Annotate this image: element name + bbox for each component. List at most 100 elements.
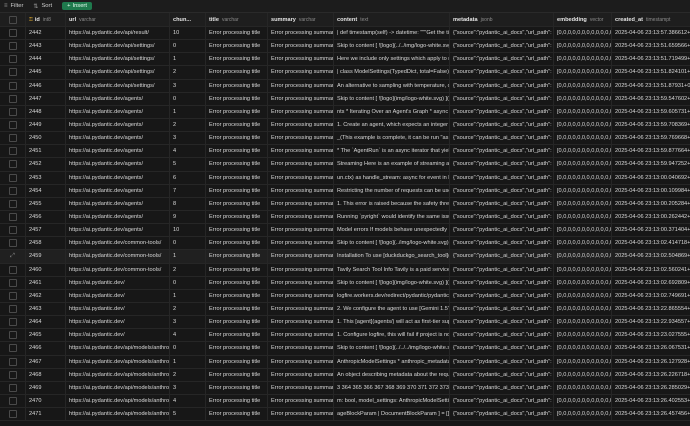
table-row[interactable]: 2454 https://ai.pydantic.dev/agents/7 Erro… bbox=[0, 184, 690, 198]
cell-summary[interactable]: Error processing summary bbox=[268, 394, 334, 408]
cell-created-at[interactable]: 2025-04-06 23:13:23.027555+00 bbox=[612, 329, 690, 341]
cell-chunk-number[interactable]: 7 bbox=[170, 184, 206, 197]
cell-title[interactable]: Error processing title bbox=[206, 381, 268, 394]
cell-created-at[interactable]: 2025-04-06 23:13:57.386612+00 bbox=[612, 27, 690, 39]
cell-summary[interactable]: Error processing summary bbox=[268, 145, 334, 158]
cell-title[interactable]: Error processing title bbox=[206, 27, 268, 40]
cell-metadata[interactable]: {"source":"pydantic_ai_docs","url_path": bbox=[450, 105, 554, 118]
cell-content[interactable]: Skip to content [ ![logo](img/logo-white… bbox=[334, 276, 450, 289]
cell-summary[interactable]: Error processing summary bbox=[268, 355, 334, 368]
cell-url[interactable]: https://ai.pydantic.dev/api/models/anthr… bbox=[66, 381, 170, 394]
cell-title[interactable]: Error processing title bbox=[206, 118, 268, 132]
cell-summary[interactable]: Error processing summary bbox=[268, 289, 334, 302]
cell-title[interactable]: Error processing title bbox=[206, 250, 268, 263]
cell-summary[interactable]: Error processing summary bbox=[268, 263, 334, 276]
row-checkbox[interactable] bbox=[0, 145, 26, 158]
cell-embedding[interactable]: [0,0,0,0,0,0,0,0,0,0,0,0,0,0,0,0,0,0,0,0… bbox=[554, 381, 612, 394]
cell-title[interactable]: Error processing title bbox=[206, 237, 268, 250]
row-checkbox[interactable] bbox=[0, 408, 26, 421]
cell-created-at[interactable]: 2025-04-06 23:13:22.934557+00 bbox=[612, 316, 690, 328]
cell-chunk-number[interactable]: 2 bbox=[170, 118, 206, 132]
cell-content[interactable]: ageBlockParam | DocumentBlockParam ] = [… bbox=[334, 408, 450, 421]
cell-summary[interactable]: Error processing summary bbox=[268, 40, 334, 53]
cell-url[interactable]: https://ai.pydantic.dev/agents/ bbox=[66, 132, 170, 145]
cell-url[interactable]: https://ai.pydantic.dev/api/models/anthr… bbox=[66, 355, 170, 368]
cell-summary[interactable]: Error processing summary bbox=[268, 158, 334, 171]
cell-content[interactable]: * The `AgentRun` is an async iterator th… bbox=[334, 145, 450, 158]
table-row[interactable]: 2464 https://ai.pydantic.dev/3 Error proce… bbox=[0, 316, 690, 330]
cell-title[interactable]: Error processing title bbox=[206, 132, 268, 145]
cell-summary[interactable]: Error processing summary bbox=[268, 368, 334, 381]
cell-url[interactable]: https://ai.pydantic.dev/api/models/anthr… bbox=[66, 368, 170, 381]
cell-content[interactable]: nts * Iterating Over an Agent's Graph * … bbox=[334, 105, 450, 118]
cell-embedding[interactable]: [0,0,0,0,0,0,0,0,0,0,0,0,0,0,0,0,0,0,0,0… bbox=[554, 276, 612, 289]
cell-metadata[interactable]: {"source":"pydantic_ai_docs","url_path": bbox=[450, 171, 554, 184]
cell-summary[interactable]: Error processing summary bbox=[268, 92, 334, 105]
cell-metadata[interactable]: {"source":"pydantic_ai_docs","url_path": bbox=[450, 250, 554, 263]
cell-chunk-number[interactable]: 1 bbox=[170, 105, 206, 118]
cell-title[interactable]: Error processing title bbox=[206, 276, 268, 289]
table-row[interactable]: 2442 https://ai.pydantic.dev/api/result/1… bbox=[0, 27, 690, 41]
cell-id[interactable]: 2463 bbox=[26, 302, 66, 316]
cell-id[interactable]: 2460 bbox=[26, 263, 66, 276]
cell-id[interactable]: 2453 bbox=[26, 171, 66, 184]
cell-content[interactable]: Skip to content [ ![logo](img/logo-white… bbox=[334, 92, 450, 105]
cell-metadata[interactable]: {"source":"pydantic_ai_docs","url_path": bbox=[450, 381, 554, 394]
cell-id[interactable]: 2467 bbox=[26, 355, 66, 368]
cell-url[interactable]: https://ai.pydantic.dev/agents/ bbox=[66, 118, 170, 132]
cell-id[interactable]: 2450 bbox=[26, 132, 66, 145]
cell-metadata[interactable]: {"source":"pydantic_ai_docs","url_path": bbox=[450, 184, 554, 197]
cell-created-at[interactable]: 2025-04-06 23:13:51.87931+00 bbox=[612, 80, 690, 92]
cell-id[interactable]: 2447 bbox=[26, 92, 66, 105]
cell-content[interactable]: Skip to content [ ![logo](../../../img/l… bbox=[334, 342, 450, 355]
table-row[interactable]: 2470 https://ai.pydantic.dev/api/models/a… bbox=[0, 394, 690, 409]
cell-id[interactable]: 2468 bbox=[26, 368, 66, 381]
table-row[interactable]: 2458 https://ai.pydantic.dev/common-tools… bbox=[0, 237, 690, 251]
column-header-chunk-number[interactable]: chun... bbox=[170, 13, 206, 26]
row-checkbox[interactable] bbox=[0, 118, 26, 132]
cell-created-at[interactable]: 2025-04-06 23:13:59.547602+00 bbox=[612, 93, 690, 105]
cell-created-at[interactable]: 2025-04-06 23:13:59.877664+00 bbox=[612, 145, 690, 157]
cell-url[interactable]: https://ai.pydantic.dev/api/models/anthr… bbox=[66, 342, 170, 355]
cell-created-at[interactable]: 2025-04-06 23:13:02.692809+00 bbox=[612, 277, 690, 289]
cell-content[interactable]: 1. This [agent](agents/) will act as fir… bbox=[334, 316, 450, 329]
cell-content[interactable]: Skip to content [ ![logo](../img/logo-wh… bbox=[334, 237, 450, 250]
table-row[interactable]: 2460 https://ai.pydantic.dev/common-tools… bbox=[0, 263, 690, 277]
cell-title[interactable]: Error processing title bbox=[206, 394, 268, 408]
cell-embedding[interactable]: [0,0,0,0,0,0,0,0,0,0,0,0,0,0,0,0,0,0,0,0… bbox=[554, 132, 612, 145]
sort-button[interactable]: ⇅ Sort bbox=[33, 3, 52, 10]
filter-button[interactable]: ≡ Filter bbox=[4, 3, 23, 9]
cell-embedding[interactable]: [0,0,0,0,0,0,0,0,0,0,0,0,0,0,0,0,0,0,0,0… bbox=[554, 289, 612, 302]
cell-id[interactable]: 2457 bbox=[26, 224, 66, 237]
table-row[interactable]: 2457 https://ai.pydantic.dev/agents/10 Err… bbox=[0, 224, 690, 238]
cell-summary[interactable]: Error processing summary bbox=[268, 53, 334, 66]
cell-url[interactable]: https://ai.pydantic.dev/api/settings/ bbox=[66, 79, 170, 92]
row-checkbox[interactable] bbox=[0, 237, 26, 250]
cell-content[interactable]: An alternative to sampling with temperat… bbox=[334, 79, 450, 92]
row-checkbox[interactable] bbox=[0, 224, 26, 237]
cell-created-at[interactable]: 2025-04-06 23:13:02.414718+00 bbox=[612, 237, 690, 249]
cell-url[interactable]: https://ai.pydantic.dev/ bbox=[66, 316, 170, 329]
column-header-title[interactable]: title varchar bbox=[206, 13, 268, 26]
table-row[interactable]: 2467 https://ai.pydantic.dev/api/models/a… bbox=[0, 355, 690, 369]
cell-content[interactable]: Model errors If models behave unexpected… bbox=[334, 224, 450, 237]
cell-metadata[interactable]: {"source":"pydantic_ai_docs","url_path": bbox=[450, 316, 554, 329]
insert-button[interactable]: + Insert bbox=[62, 2, 92, 10]
cell-embedding[interactable]: [0,0,0,0,0,0,0,0,0,0,0,0,0,0,0,0,0,0,0,0… bbox=[554, 105, 612, 118]
cell-id[interactable]: 2454 bbox=[26, 184, 66, 197]
cell-title[interactable]: Error processing title bbox=[206, 210, 268, 224]
cell-chunk-number[interactable]: 0 bbox=[170, 237, 206, 250]
row-checkbox[interactable] bbox=[0, 210, 26, 224]
cell-id[interactable]: 2452 bbox=[26, 158, 66, 171]
cell-created-at[interactable]: 2025-04-06 23:13:26.067531+00 bbox=[612, 342, 690, 354]
cell-title[interactable]: Error processing title bbox=[206, 171, 268, 184]
cell-chunk-number[interactable]: 2 bbox=[170, 368, 206, 381]
cell-summary[interactable]: Error processing summary bbox=[268, 250, 334, 263]
cell-chunk-number[interactable]: 0 bbox=[170, 276, 206, 289]
cell-metadata[interactable]: {"source":"pydantic_ai_docs","url_path": bbox=[450, 92, 554, 105]
row-checkbox[interactable] bbox=[0, 329, 26, 342]
cell-id[interactable]: 2471 bbox=[26, 408, 66, 421]
cell-content[interactable]: _(This example is complete, it can be ru… bbox=[334, 132, 450, 145]
column-header-created-at[interactable]: created_at timestampt bbox=[612, 13, 690, 26]
table-row[interactable]: 2446 https://ai.pydantic.dev/api/settings… bbox=[0, 79, 690, 93]
